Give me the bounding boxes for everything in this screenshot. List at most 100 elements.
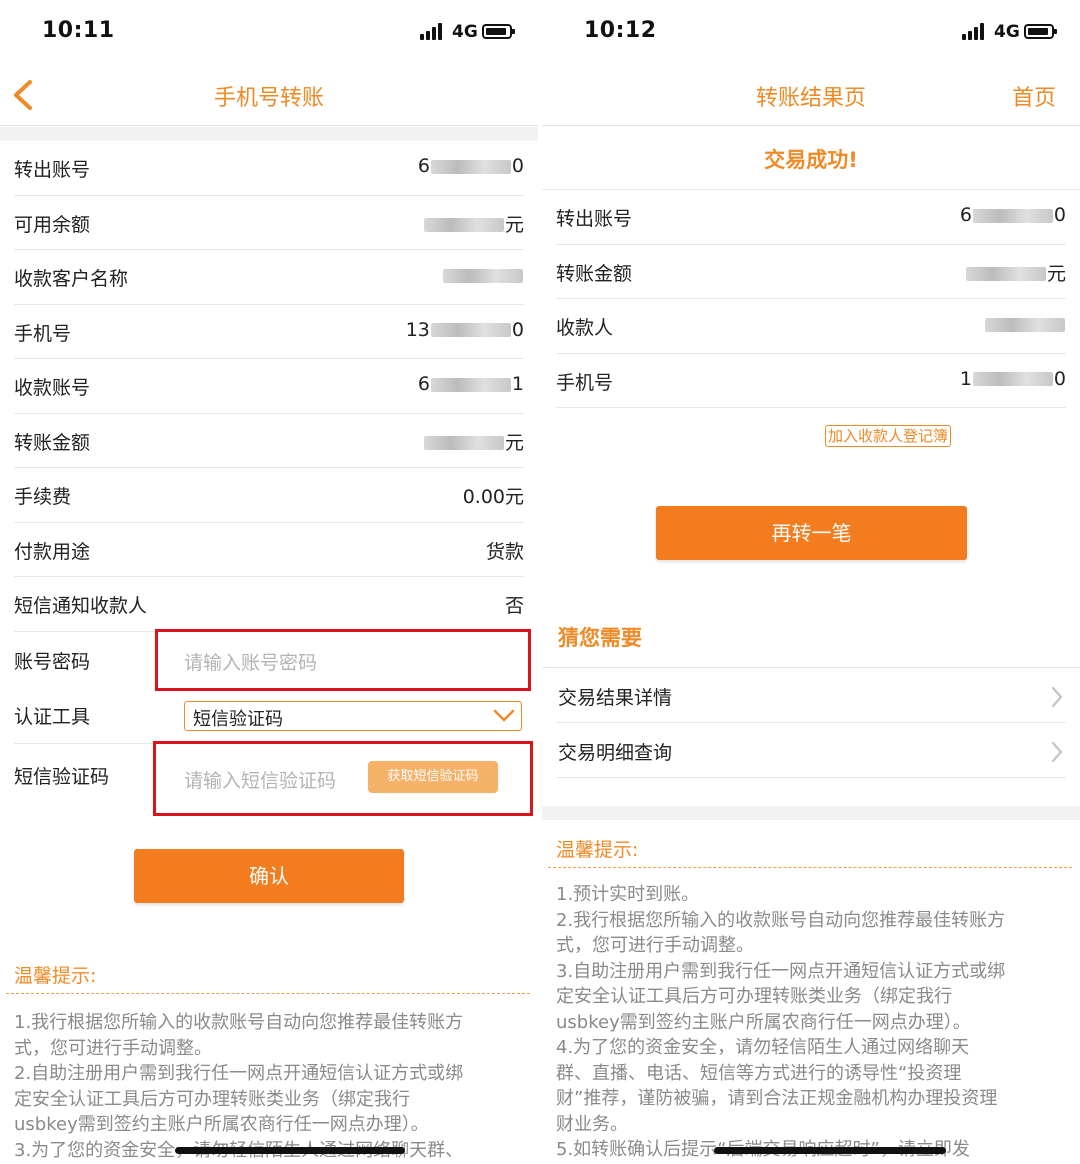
masked-value: [430, 377, 511, 392]
chevron-right-icon: [1051, 741, 1063, 763]
tips-divider: [6, 993, 530, 994]
row-label: 短信通知收款人: [14, 595, 148, 617]
nav-bar: 转账结果页 首页: [542, 64, 1080, 126]
row-label: 手机号: [556, 371, 614, 394]
tip-line: 3.自助注册用户需到我行任一网点开通短信认证方式或绑: [556, 960, 1006, 982]
row-value: 60: [960, 204, 1066, 226]
status-bar: 10:12 4G: [542, 0, 1080, 64]
auth-label: 认证工具: [14, 706, 91, 728]
tip-line: usbkey需到签约主账户所属农商行任一网点办理）。: [556, 1011, 971, 1033]
tip-line: 2.自助注册用户需到我行任一网点开通短信认证方式或绑: [14, 1063, 464, 1084]
tip-line: 财”推荐，谨防被骗，请到合法正规金融机构办理投资理: [556, 1088, 998, 1109]
network-type: 4G: [994, 22, 1020, 42]
masked-value: [430, 159, 511, 174]
auth-selected: 短信验证码: [193, 709, 283, 730]
tip-line: 1.预计实时到账。: [556, 884, 700, 905]
row-label: 可用余额: [14, 213, 91, 236]
section-divider: [0, 127, 538, 141]
row-value: 元: [423, 428, 524, 455]
section-divider: [542, 806, 1080, 820]
success-message: 交易成功!: [764, 148, 858, 172]
info-row: 手机号 1 0: [556, 354, 1066, 408]
nav-bar: 手机号转账: [0, 64, 538, 126]
transfer-again-button[interactable]: 再转一笔: [656, 506, 967, 560]
row-label: 收款账号: [14, 377, 91, 399]
tips-divider: [548, 867, 1072, 868]
sms-placeholder: 请输入短信验证码: [184, 770, 337, 792]
tip-line: 财业务。: [556, 1113, 628, 1135]
status-time: 10:11: [42, 18, 115, 43]
suggestion-item[interactable]: 交易结果详情: [556, 668, 1066, 723]
status-bar: 10:11 4G: [0, 0, 538, 64]
tip-line: 1.我行根据您所输入的收款账号自动向您推荐最佳转账方: [14, 1012, 464, 1033]
value-suffix: 0: [511, 155, 524, 177]
add-payee-link[interactable]: 加入收款人登记簿: [825, 425, 952, 447]
info-row: 转账金额 元: [14, 414, 524, 468]
tips-title: 温馨提示:: [556, 839, 639, 861]
row-value: 61: [418, 373, 524, 395]
battery-icon: [1024, 24, 1057, 39]
row-label: 转出账号: [14, 159, 91, 181]
tip-line: 定安全认证工具后方可办理转账类业务（绑定我行: [14, 1088, 410, 1110]
info-row: 转出账号 6 0: [556, 190, 1066, 245]
tips-text: 1.预计实时到账。 2.我行根据您所输入的收款账号自动向您推荐最佳转账方 式，您可进…: [556, 882, 1074, 1163]
auth-select[interactable]: 短信验证码: [184, 701, 522, 731]
value-prefix: 13: [405, 318, 430, 341]
value-prefix: 6: [417, 155, 430, 177]
info-row: 收款人: [556, 299, 1066, 354]
guess-title: 猜您需要: [558, 626, 642, 650]
password-label: 账号密码: [14, 651, 91, 673]
row-label: 转出账号: [556, 208, 633, 230]
row-value: 10: [960, 368, 1066, 390]
transfer-screen: 10:11 4G 手机号转账 转出账号 6 0 可用余额元收款客户名称 手机号 13 0 收款…: [0, 0, 538, 1164]
row-label: 收款客户名称: [14, 268, 129, 290]
sms-input[interactable]: 请输入短信验证码 获取短信验证码: [153, 741, 533, 816]
tip-line: 2.我行根据您所输入的收款账号自动向您推荐最佳转账方: [556, 909, 1006, 931]
row-value: 0.00元: [462, 486, 524, 508]
value-suffix: 元: [504, 213, 524, 236]
home-link[interactable]: 首页: [1012, 80, 1056, 112]
battery-icon: [482, 24, 515, 39]
masked-value: [443, 268, 523, 283]
info-row: 短信通知收款人 否: [14, 577, 524, 632]
masked-value: [423, 436, 504, 450]
suggestion-item[interactable]: 交易明细查询: [556, 723, 1066, 778]
password-input[interactable]: 请输入账号密码: [155, 629, 531, 691]
confirm-button[interactable]: 确认: [134, 849, 404, 903]
tip-line: 定安全认证工具后方可办理转账类业务（绑定我行: [556, 986, 952, 1007]
info-row: 转账金额 元: [556, 245, 1066, 299]
value-prefix: 6: [417, 373, 430, 395]
status-time: 10:12: [584, 18, 657, 43]
value-suffix: 0: [511, 318, 524, 341]
info-row: 手机号 13 0: [14, 305, 524, 359]
row-label: 转账金额: [14, 431, 91, 454]
network-type: 4G: [452, 22, 478, 42]
home-indicator: [175, 1147, 405, 1154]
info-row: 转出账号 6 0: [14, 141, 524, 196]
row-value: 13 0: [406, 319, 524, 341]
masked-value: [985, 317, 1065, 332]
result-screen: 10:12 4G 转账结果页 首页 交易成功! 转出账号 6 0 转账金额元收款人手机…: [542, 0, 1080, 1164]
page-title: 手机号转账: [213, 86, 324, 111]
get-sms-code-button[interactable]: 获取短信验证码: [368, 761, 498, 793]
tips-text: 1.我行根据您所输入的收款账号自动向您推荐最佳转账方 式，您可进行手动调整。 2.自…: [14, 1010, 529, 1163]
tip-line: 式，您可进行手动调整。: [14, 1037, 212, 1059]
row-label: 付款用途: [14, 540, 91, 563]
row-label: 手续费: [14, 486, 72, 508]
info-row: 收款账号 6 1: [14, 359, 524, 414]
tip-line: 4.为了您的资金安全，请勿轻信陌生人通过网络聊天: [556, 1037, 970, 1058]
tips-title: 温馨提示:: [14, 965, 97, 987]
info-row: 手续费 0.00元: [14, 468, 524, 523]
value-suffix: 元: [1046, 262, 1066, 285]
row-value: [442, 264, 524, 286]
value-prefix: 6: [959, 204, 972, 226]
value-suffix: 1: [511, 373, 524, 395]
row-value: 元: [965, 259, 1066, 286]
signal-icon: [420, 22, 446, 40]
row-label: 收款人: [556, 317, 614, 339]
chevron-right-icon: [1051, 686, 1063, 708]
home-indicator: [714, 1147, 946, 1154]
masked-value: [423, 218, 504, 232]
info-row: 付款用途 货款: [14, 523, 524, 577]
row-value: 否: [504, 595, 524, 617]
